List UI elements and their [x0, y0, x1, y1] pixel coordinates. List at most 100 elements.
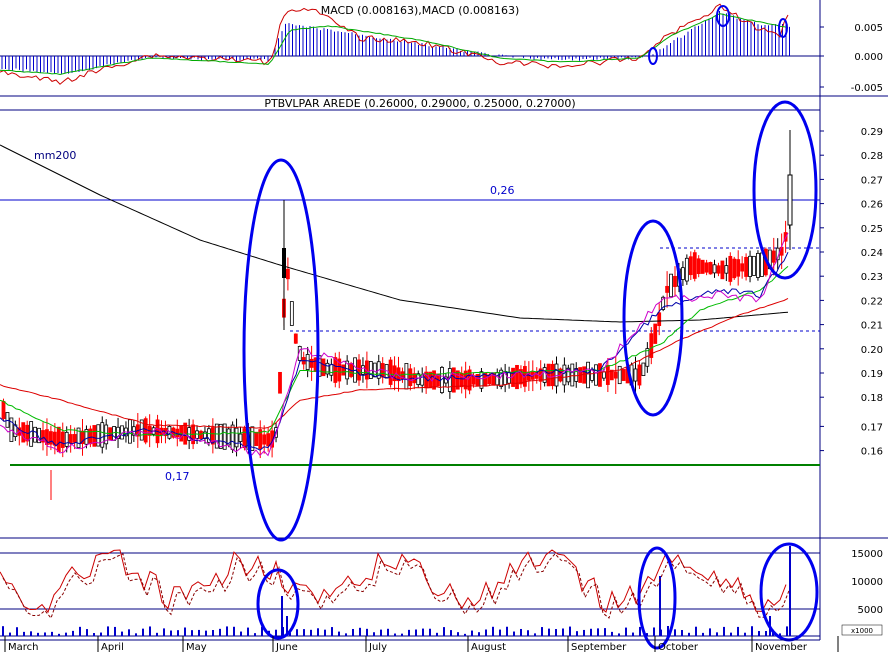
candle-body — [515, 364, 519, 390]
price-tick-label: 0.21 — [861, 321, 883, 332]
candle-body — [708, 262, 713, 275]
candle-body — [760, 252, 764, 277]
candle-body — [653, 323, 658, 344]
candle-body — [230, 424, 235, 450]
candle-body — [357, 359, 361, 381]
stock-chart: MACD (0.008163),MACD (0.008163) PTBVLPAR… — [0, 0, 888, 652]
price-tick-label: 0.28 — [861, 151, 883, 162]
month-label: October — [658, 642, 699, 652]
month-label: June — [275, 642, 298, 652]
price-tick-label: 0.24 — [861, 248, 883, 259]
candle-body — [451, 367, 456, 393]
volume-unit-label: x1000 — [851, 627, 873, 635]
candle-body — [633, 368, 638, 382]
resistance-label: 0,26 — [490, 184, 515, 197]
price-tick-label: 0.19 — [861, 369, 883, 380]
candle-body — [293, 333, 298, 344]
candle-body — [329, 364, 334, 376]
candle-body — [570, 363, 575, 387]
candle-body — [724, 265, 729, 274]
candle-body — [266, 433, 271, 447]
candle-body — [278, 371, 282, 394]
candle-body — [744, 256, 748, 277]
month-label: April — [101, 642, 124, 652]
ma200-label: mm200 — [34, 149, 76, 162]
candle-body — [408, 368, 413, 387]
candle-body — [5, 412, 10, 428]
price-tick-label: 0.20 — [861, 345, 883, 356]
candle-body — [143, 418, 148, 443]
candle-body — [554, 363, 559, 387]
candle-body — [214, 423, 219, 449]
candle-body — [56, 426, 61, 453]
candle-body — [594, 364, 598, 386]
price-tick-label: 0.16 — [861, 447, 883, 458]
candle-body — [700, 259, 705, 274]
candle-body — [692, 252, 697, 279]
candle-body — [704, 262, 709, 273]
candle-body — [613, 371, 618, 379]
month-label: July — [368, 642, 387, 652]
price-tick-label: 0.22 — [861, 296, 883, 307]
candle-body — [681, 267, 685, 280]
candle-body — [617, 365, 622, 385]
candle-body — [688, 256, 693, 276]
candle-body — [100, 422, 105, 448]
candle-body — [262, 434, 267, 445]
candle-body — [254, 431, 259, 447]
candle-body — [582, 366, 587, 384]
price-tick-label: 0.26 — [861, 200, 883, 211]
candle-body — [459, 372, 464, 388]
candle-body-june-spike — [282, 248, 286, 278]
candle-body — [388, 359, 393, 385]
price-tick-label: 0.25 — [861, 224, 883, 235]
candle-body — [716, 265, 721, 274]
candle-body — [665, 285, 669, 293]
candle-body — [641, 362, 646, 376]
candle-body — [550, 363, 555, 387]
candle-body — [673, 276, 677, 287]
price-tick-label: 0.27 — [861, 175, 883, 186]
month-label: March — [8, 642, 38, 652]
candle-body — [621, 369, 626, 381]
candle-body — [598, 363, 602, 387]
macd-tick-0000: 0.000 — [854, 52, 883, 63]
candle-body — [720, 260, 725, 280]
candle-body — [305, 354, 310, 371]
candle-body — [756, 252, 760, 278]
candle-body — [238, 433, 243, 442]
candle-body — [33, 426, 37, 443]
candle-body — [68, 434, 73, 444]
candle-body-nov-spike — [787, 174, 793, 226]
volume-tick-15000: 15000 — [851, 549, 883, 560]
price-tick-label: 0.23 — [861, 272, 883, 283]
price-tick-label: 0.18 — [861, 393, 883, 404]
month-label: August — [471, 642, 506, 652]
candle-body — [669, 273, 673, 298]
candle-body — [234, 427, 239, 448]
candle-body — [752, 255, 756, 276]
candle-body — [771, 250, 776, 263]
candle-body — [29, 421, 34, 447]
candle-body — [586, 361, 590, 389]
candle-body — [546, 363, 551, 387]
candle-body — [341, 364, 346, 376]
candle-body — [684, 257, 689, 282]
candle-body — [285, 268, 290, 280]
candle-body — [562, 364, 567, 386]
support-label: 0,17 — [165, 470, 190, 483]
candle-body — [404, 363, 409, 390]
candle-body — [321, 358, 326, 377]
macd-tick-neg0005: -0.005 — [851, 83, 883, 94]
candle-body — [309, 358, 314, 368]
candle-body — [712, 264, 717, 274]
candle-body — [748, 255, 752, 277]
month-label: May — [186, 642, 207, 652]
candle-body — [218, 423, 223, 449]
candle-body — [602, 371, 606, 379]
volume-tick-10000: 10000 — [851, 577, 883, 588]
candle-body — [333, 357, 338, 383]
candle-body — [242, 428, 247, 448]
price-tick-label: 0.29 — [861, 127, 883, 138]
price-title: PTBVLPAR AREDE (0.26000, 0.29000, 0.2500… — [264, 97, 575, 110]
